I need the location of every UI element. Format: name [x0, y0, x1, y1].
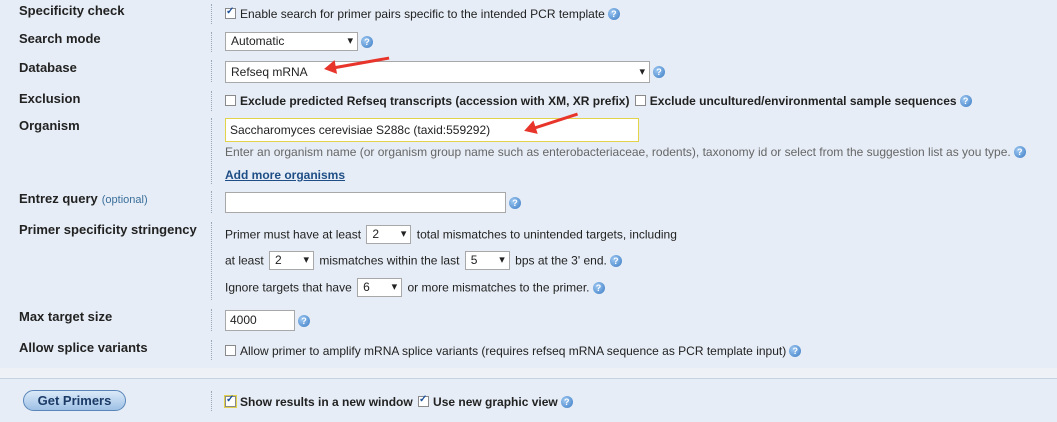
graphic-view-checkbox[interactable] — [418, 394, 430, 408]
exclude-predicted-label: Exclude predicted Refseq transcripts (ac… — [240, 93, 630, 108]
search-mode-label: Search mode — [19, 31, 101, 46]
divider — [211, 191, 212, 213]
exclusion-control: Exclude predicted Refseq transcripts (ac… — [225, 93, 972, 108]
organism-hint-text: Enter an organism name (or organism grou… — [225, 144, 1011, 159]
splice-variants-checkbox[interactable] — [225, 345, 236, 357]
exclude-predicted-checkbox[interactable] — [225, 95, 236, 107]
submit-bar: Get Primers Show results in a new window… — [0, 378, 1057, 422]
divider — [211, 60, 212, 82]
primer-specificity-panel: Specificity check Enable search for prim… — [0, 0, 1057, 368]
help-icon[interactable]: ? — [509, 196, 521, 209]
help-icon[interactable]: ? — [298, 314, 310, 327]
splice-variants-label: Allow splice variants — [19, 340, 148, 355]
add-more-organisms-link[interactable]: Add more organisms — [225, 168, 345, 182]
divider — [211, 32, 212, 52]
specificity-checkbox-label: Enable search for primer pairs specific … — [240, 6, 605, 21]
organism-input[interactable]: Saccharomyces cerevisiae S288c (taxid:55… — [225, 118, 639, 142]
help-icon[interactable]: ? — [560, 395, 573, 408]
stringency-text: or more mismatches to the primer. — [407, 280, 590, 295]
database-label: Database — [19, 60, 77, 75]
database-control: Refseq mRNA? — [225, 61, 665, 83]
graphic-view-label: Use new graphic view — [433, 394, 558, 409]
ignore-targets-select[interactable]: 6 — [357, 278, 403, 297]
total-mismatch-select[interactable]: 2 — [366, 225, 412, 244]
entrez-query-label: Entrez query (optional) — [19, 191, 148, 206]
splice-variants-checkbox-label: Allow primer to amplify mRNA splice vari… — [240, 343, 787, 358]
database-select[interactable]: Refseq mRNA — [225, 61, 650, 83]
help-icon[interactable]: ? — [607, 7, 620, 20]
stringency-line-2: at least 2 mismatches within the last 5 … — [225, 251, 622, 270]
divider — [211, 222, 212, 300]
exclusion-label: Exclusion — [19, 91, 81, 106]
specificity-checkbox[interactable] — [225, 6, 236, 20]
divider — [211, 4, 212, 24]
help-icon[interactable]: ? — [653, 66, 665, 78]
get-primers-button[interactable]: Get Primers — [23, 390, 126, 411]
optional-tag: (optional) — [101, 194, 148, 206]
entrez-query-label-text: Entrez query — [19, 191, 98, 206]
search-mode-control: Automatic? — [225, 32, 373, 51]
three-prime-bps-select[interactable]: 5 — [464, 251, 510, 270]
help-icon[interactable]: ? — [959, 94, 972, 107]
help-icon[interactable]: ? — [789, 344, 802, 357]
divider — [211, 309, 212, 331]
max-target-size-input[interactable]: 4000 — [225, 310, 295, 331]
stringency-line-3: Ignore targets that have 6 or more misma… — [225, 278, 605, 297]
splice-variants-control: Allow primer to amplify mRNA splice vari… — [225, 343, 802, 358]
entrez-query-input[interactable] — [225, 192, 506, 213]
help-icon[interactable]: ? — [361, 35, 373, 48]
divider — [211, 391, 212, 411]
new-window-label: Show results in a new window — [240, 394, 413, 409]
max-target-size-label: Max target size — [19, 309, 113, 324]
entrez-query-control: ? — [225, 192, 521, 213]
specificity-check-label: Specificity check — [19, 3, 125, 18]
divider — [211, 91, 212, 111]
divider — [211, 118, 212, 184]
stringency-text: at least — [225, 253, 264, 268]
submit-options: Show results in a new window Use new gra… — [224, 394, 573, 409]
exclude-uncultured-checkbox[interactable] — [634, 95, 646, 107]
organism-hint: Enter an organism name (or organism grou… — [225, 144, 1026, 159]
specificity-check-control: Enable search for primer pairs specific … — [225, 6, 620, 21]
exclude-uncultured-label: Exclude uncultured/environmental sample … — [649, 93, 957, 108]
stringency-line-1: Primer must have at least 2 total mismat… — [225, 225, 677, 244]
stringency-text: Ignore targets that have — [225, 280, 352, 295]
max-target-size-control: 4000? — [225, 310, 310, 331]
stringency-label: Primer specificity stringency — [19, 222, 197, 237]
help-icon[interactable]: ? — [592, 281, 605, 294]
stringency-text: mismatches within the last — [319, 253, 460, 268]
organism-control: Saccharomyces cerevisiae S288c (taxid:55… — [225, 118, 639, 142]
stringency-text: Primer must have at least — [225, 227, 362, 242]
organism-label: Organism — [19, 118, 80, 133]
help-icon[interactable]: ? — [609, 254, 622, 267]
new-window-checkbox[interactable] — [224, 394, 237, 409]
three-prime-mismatch-select[interactable]: 2 — [269, 251, 315, 270]
stringency-text: total mismatches to unintended targets, … — [416, 227, 677, 242]
help-icon[interactable]: ? — [1013, 145, 1026, 158]
search-mode-select[interactable]: Automatic — [225, 32, 358, 51]
divider — [211, 340, 212, 360]
stringency-text: bps at the 3' end. — [515, 253, 607, 268]
